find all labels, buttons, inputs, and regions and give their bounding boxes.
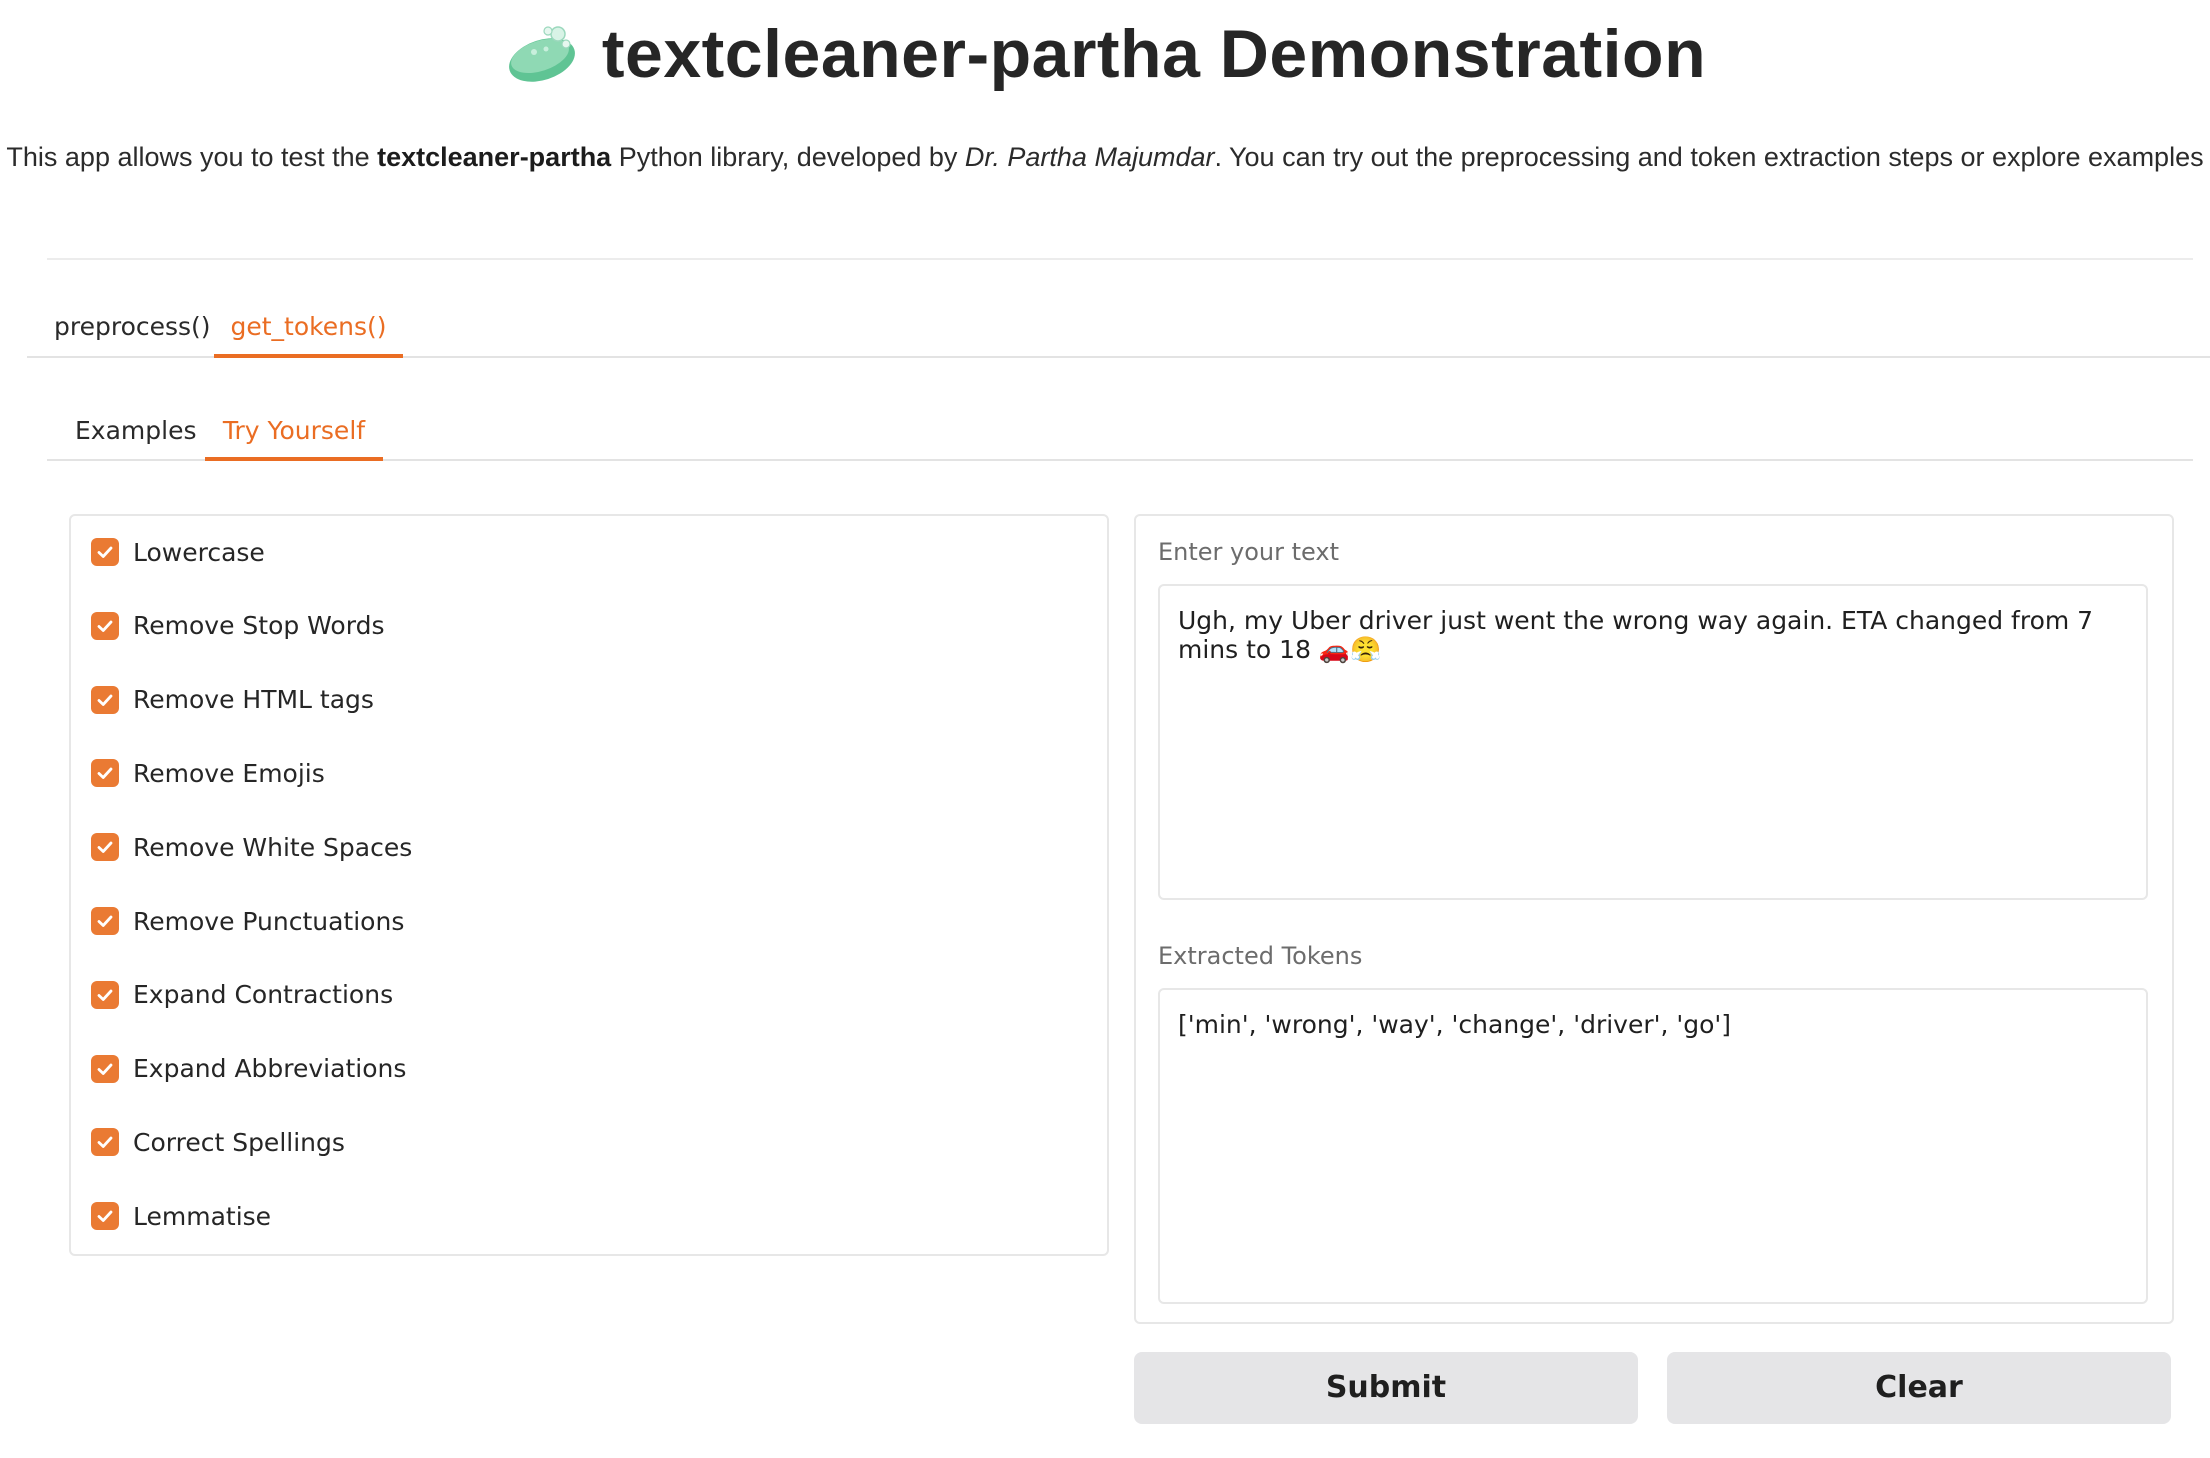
checkbox-checked-icon[interactable] [91,980,119,1009]
checkbox-checked-icon[interactable] [91,759,119,788]
option-row[interactable]: Lemmatise [91,1196,271,1236]
main-tab-bar: preprocess() get_tokens() [27,300,2210,358]
tab-preprocess[interactable]: preprocess() [54,300,211,356]
text-input[interactable]: Ugh, my Uber driver just went the wrong … [1158,584,2148,900]
clear-button[interactable]: Clear [1667,1352,2171,1424]
checkbox-checked-icon[interactable] [91,1202,119,1231]
checkbox-checked-icon[interactable] [91,907,119,935]
option-label: Remove HTML tags [133,685,374,715]
option-row[interactable]: Remove Punctuations [91,901,404,941]
sub-tab-bar: Examples Try Yourself [47,405,2193,461]
option-row[interactable]: Expand Contractions [91,975,393,1015]
output-label: Extracted Tokens [1158,942,1363,970]
submit-button[interactable]: Submit [1134,1352,1638,1424]
checkbox-checked-icon[interactable] [91,685,119,714]
tab-try-yourself[interactable]: Try Yourself [205,405,383,461]
app-description: This app allows you to test the textclea… [6,142,2204,172]
option-row[interactable]: Remove HTML tags [91,680,374,720]
option-row[interactable]: Remove White Spaces [91,827,412,867]
option-label: Correct Spellings [133,1127,345,1157]
option-label: Remove White Spaces [133,832,413,862]
checkbox-checked-icon[interactable] [91,1054,119,1083]
option-label: Lowercase [133,537,265,567]
checkbox-checked-icon[interactable] [91,1128,119,1157]
divider [47,258,2193,260]
option-label: Remove Emojis [133,758,325,788]
options-panel: Lowercase Remove Stop Words Remove HTML ta… [69,514,1109,1256]
option-row[interactable]: Correct Spellings [91,1122,345,1162]
soap-bar-icon [504,22,580,86]
option-row[interactable]: Remove Stop Words [91,606,384,646]
page-title: textcleaner-partha Demonstration [0,14,2210,94]
option-label: Expand Contractions [133,980,394,1010]
option-label: Expand Abbreviations [133,1054,407,1084]
io-panel: Enter your text Ugh, my Uber driver just… [1134,514,2174,1324]
checkbox-checked-icon[interactable] [91,538,119,566]
tab-get-tokens[interactable]: get_tokens() [214,300,403,358]
title-text: textcleaner-partha Demonstration [601,16,1707,92]
option-label: Remove Punctuations [133,906,405,936]
option-label: Lemmatise [133,1201,272,1231]
tab-examples[interactable]: Examples [75,405,196,459]
author-name: Dr. Partha Majumdar [964,142,1215,172]
option-label: Remove Stop Words [133,611,385,641]
option-row[interactable]: Remove Emojis [91,753,325,793]
tokens-output: ['min', 'wrong', 'way', 'change', 'drive… [1158,988,2148,1304]
option-row[interactable]: Lowercase [91,532,265,572]
checkbox-checked-icon[interactable] [91,833,119,862]
input-label: Enter your text [1158,538,1340,566]
checkbox-checked-icon[interactable] [91,611,119,640]
option-row[interactable]: Expand Abbreviations [91,1049,406,1089]
library-name: textcleaner-partha [377,142,612,172]
